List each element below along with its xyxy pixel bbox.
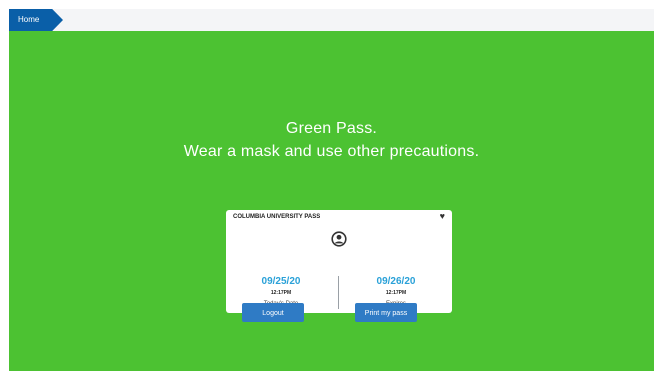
print-pass-button[interactable]: Print my pass <box>355 303 417 322</box>
breadcrumb-home[interactable]: Home <box>9 9 63 31</box>
pass-status-heading: Green Pass. <box>285 120 378 137</box>
logout-button[interactable]: Logout <box>242 303 304 322</box>
top-nav-bar <box>9 9 654 31</box>
todays-time-value: 12:17PM <box>270 290 292 296</box>
green-pass-panel: Green Pass. Wear a mask and use other pr… <box>9 31 654 371</box>
pass-card: COLUMBIA UNIVERSITY PASS ♥ 09/25/20 12:1… <box>226 210 452 313</box>
precaution-message: Wear a mask and use other precautions. <box>183 143 480 160</box>
heart-icon[interactable]: ♥ <box>440 211 445 221</box>
todays-date-value: 09/25/20 <box>261 276 301 287</box>
card-title: COLUMBIA UNIVERSITY PASS <box>233 214 321 220</box>
card-divider <box>338 276 339 309</box>
expires-time-value: 12:17PM <box>385 290 407 296</box>
user-circle-icon <box>331 231 347 247</box>
expires-date-value: 09/26/20 <box>376 276 416 287</box>
